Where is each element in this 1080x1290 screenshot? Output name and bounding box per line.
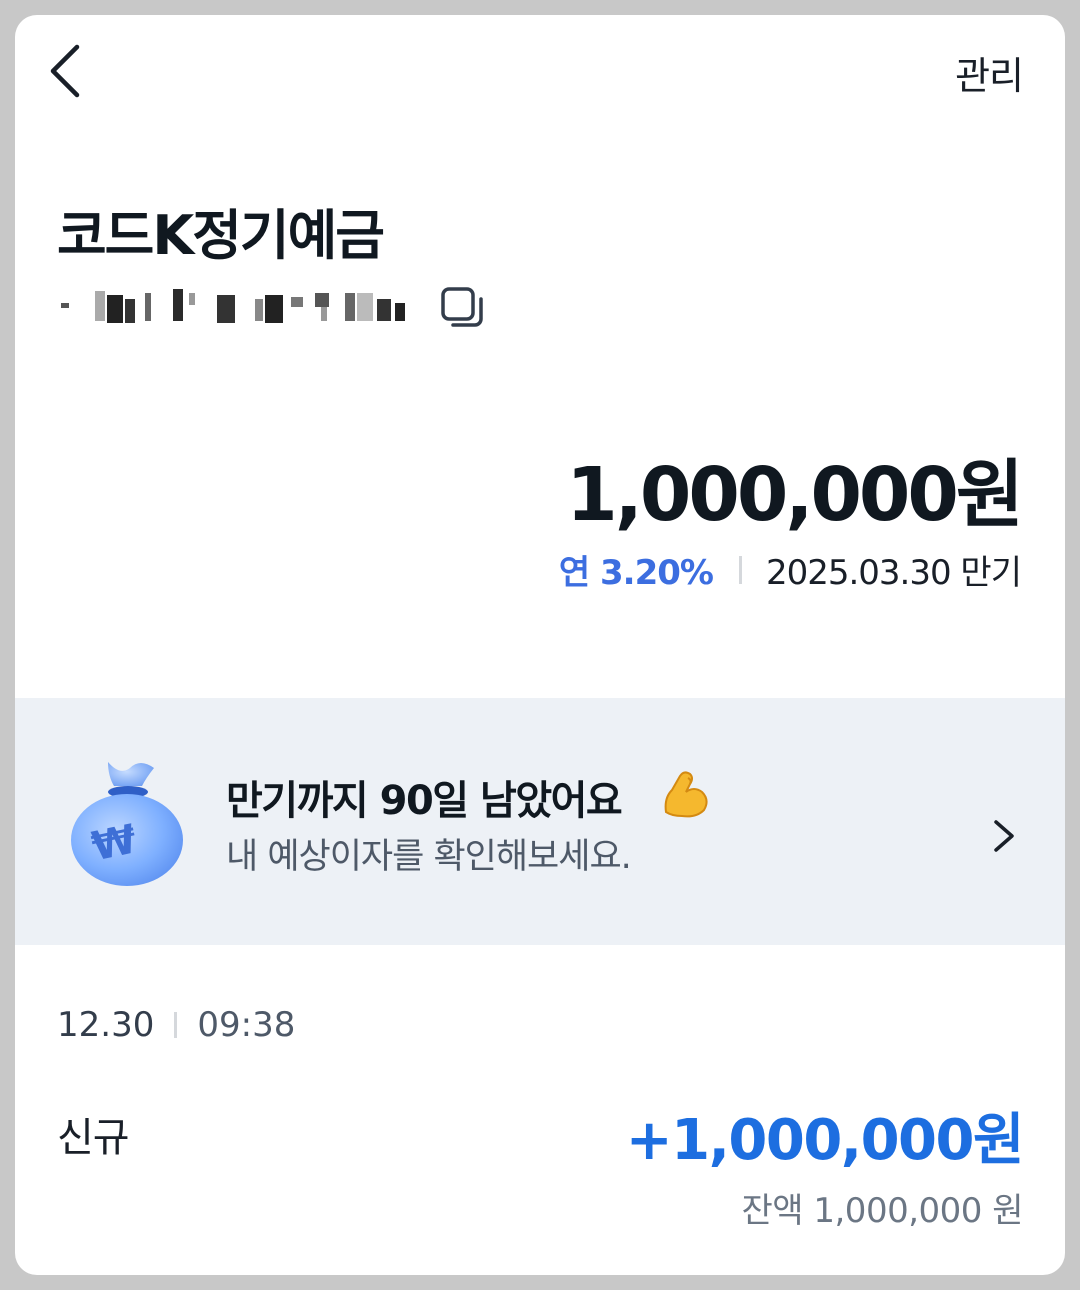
copy-account-button[interactable] <box>439 285 487 333</box>
account-number-row <box>59 281 519 337</box>
banner-title: 만기까지 90일 남았어요 <box>226 778 623 824</box>
copy-icon <box>441 287 483 327</box>
transaction-time: 09:38 <box>197 1005 296 1045</box>
divider <box>738 555 742 584</box>
account-number-redacted <box>59 289 429 325</box>
banner-subtitle: 내 예상이자를 확인해보세요. <box>226 837 632 877</box>
svg-text:₩: ₩ <box>88 816 141 870</box>
transaction-datetime: 12.30 09:38 <box>57 1005 295 1045</box>
back-button[interactable] <box>43 43 99 99</box>
account-detail-card: 관리 코드K정기예금 1,000,000원 연 3.20% 2025.03.30… <box>15 15 1065 1275</box>
transaction-type: 신규 <box>57 1115 130 1161</box>
maturity-date: 2025.03.30 만기 <box>765 553 1022 593</box>
product-title: 코드K정기예금 <box>57 204 385 267</box>
transaction-date: 12.30 <box>57 1005 155 1045</box>
money-bag-icon: ₩ <box>71 762 183 886</box>
back-arrow-icon <box>50 44 80 98</box>
manage-button[interactable]: 관리 <box>955 45 1024 100</box>
expected-interest-banner[interactable]: ₩ 만기까지 90일 남았어요 내 예상이자를 확인해보세요. <box>15 698 1065 945</box>
transaction-amount: +1,000,000원 <box>625 1108 1025 1173</box>
flexed-biceps-icon <box>664 771 708 818</box>
top-bar: 관리 <box>15 15 1065 125</box>
chevron-right-icon <box>994 820 1014 852</box>
account-balance: 1,000,000원 <box>566 452 1024 538</box>
transaction-balance: 잔액 1,000,000 원 <box>741 1191 1024 1231</box>
divider <box>174 1012 178 1038</box>
interest-rate: 연 3.20% <box>558 553 714 593</box>
rate-maturity-row: 연 3.20% 2025.03.30 만기 <box>558 545 1022 594</box>
